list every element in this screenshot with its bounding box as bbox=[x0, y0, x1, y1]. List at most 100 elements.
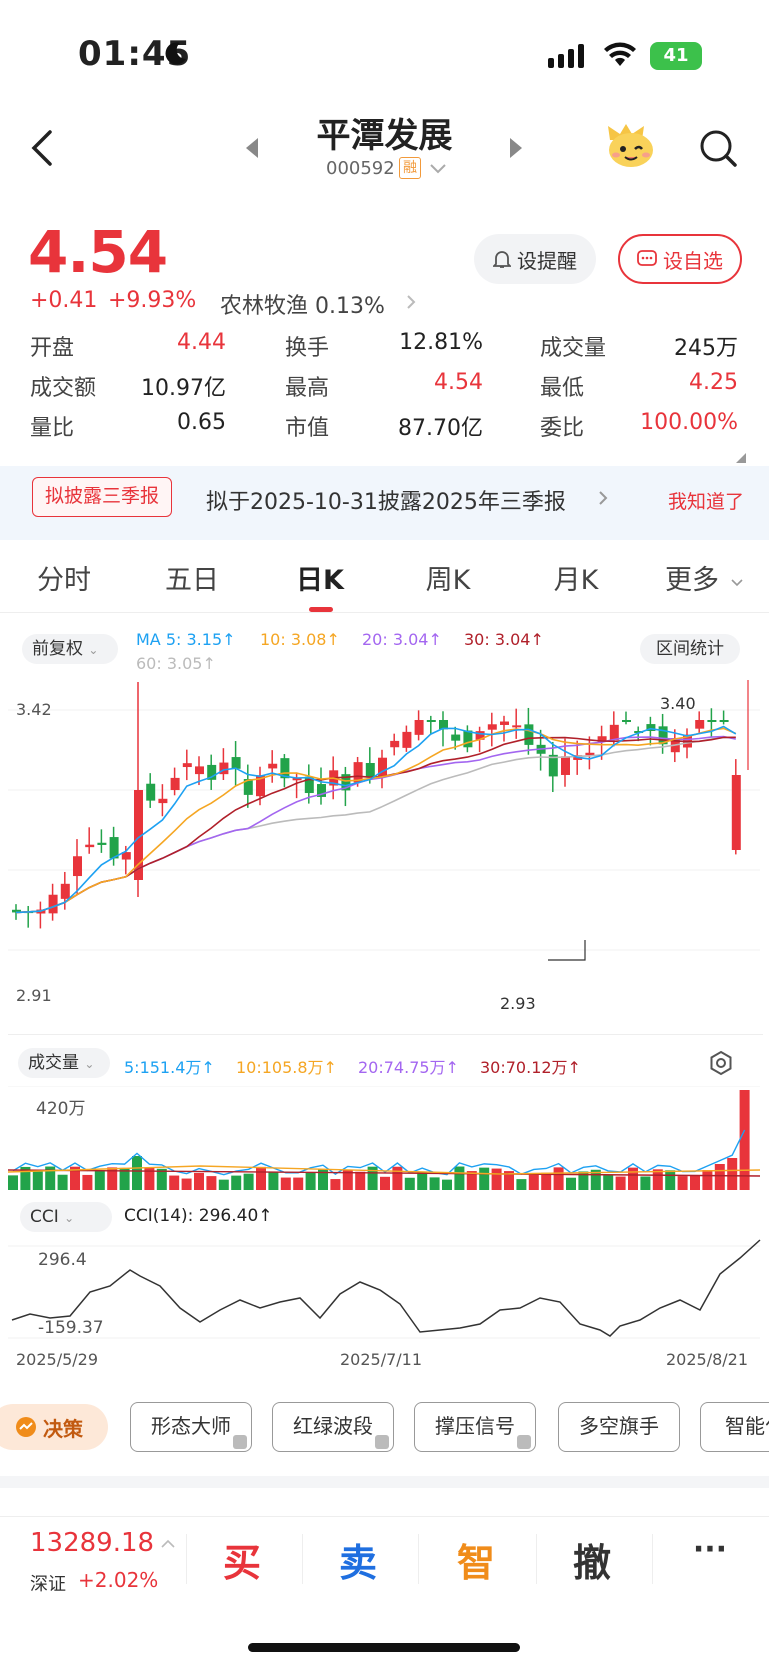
chevron-right-icon[interactable] bbox=[598, 490, 608, 510]
divider bbox=[652, 1534, 653, 1584]
candle-body bbox=[426, 720, 436, 722]
quote-value: 87.70亿 bbox=[398, 416, 483, 441]
candlestick-chart[interactable] bbox=[0, 680, 769, 1020]
add-watchlist-button[interactable]: 设自选 bbox=[618, 234, 742, 284]
next-stock-icon[interactable] bbox=[508, 136, 524, 164]
candle-body bbox=[524, 724, 534, 745]
chevron-right-icon[interactable] bbox=[406, 294, 416, 314]
volume-bar bbox=[714, 1164, 725, 1190]
candle-body bbox=[195, 766, 204, 775]
index-value[interactable]: 13289.18 bbox=[30, 1528, 154, 1558]
volume-bar bbox=[82, 1174, 93, 1190]
quote-label: 最低 bbox=[540, 376, 585, 401]
decision-pill[interactable]: 决策 bbox=[0, 1404, 108, 1450]
tool-button[interactable]: 红绿波段 bbox=[272, 1402, 394, 1452]
high-marker bbox=[747, 680, 749, 770]
interval-stats-button[interactable]: 区间统计 bbox=[640, 634, 740, 664]
cci-chart[interactable] bbox=[0, 1238, 769, 1346]
cancel-order-button[interactable]: 撤 bbox=[552, 1532, 632, 1587]
notice-text[interactable]: 拟于2025-10-31披露2025年三季报 bbox=[206, 484, 566, 516]
cci-axis-bottom: -159.37 bbox=[38, 1318, 104, 1338]
adjust-label: 前复权 bbox=[32, 639, 83, 659]
volume-bar bbox=[206, 1176, 217, 1190]
candle-body bbox=[622, 720, 631, 722]
tool-label: 多空旗手 bbox=[579, 1414, 659, 1438]
volume-bar bbox=[442, 1179, 452, 1190]
chevron-down-icon[interactable] bbox=[429, 160, 447, 179]
volume-axis-max: 420万 bbox=[36, 1099, 86, 1119]
tool-button[interactable]: 多空旗手 bbox=[558, 1402, 680, 1452]
tab-0[interactable]: 分时 bbox=[14, 558, 114, 597]
candle-body bbox=[73, 856, 82, 877]
chevron-up-icon bbox=[160, 1534, 176, 1553]
quote-label: 市值 bbox=[285, 416, 330, 441]
price-axis-top: 3.42 bbox=[16, 700, 52, 719]
set-alert-label: 设提醒 bbox=[517, 248, 577, 273]
smart-button[interactable]: 智 bbox=[436, 1532, 516, 1587]
tab-2[interactable]: 日K bbox=[270, 558, 370, 597]
tool-button[interactable]: 形态大师 bbox=[130, 1402, 252, 1452]
quote-value: 100.00% bbox=[640, 410, 738, 435]
mascot-icon[interactable] bbox=[604, 120, 658, 174]
price-change-pct: +9.93% bbox=[108, 288, 197, 313]
divider bbox=[0, 1516, 769, 1517]
volume-bar bbox=[690, 1176, 700, 1190]
set-alert-button[interactable]: 设提醒 bbox=[474, 234, 596, 284]
quote-label: 换手 bbox=[285, 336, 330, 361]
candle-body bbox=[719, 720, 729, 722]
tab-3[interactable]: 周K bbox=[398, 558, 498, 597]
candle-body bbox=[512, 725, 522, 728]
volume-bar bbox=[665, 1170, 676, 1190]
tab-4[interactable]: 月K bbox=[526, 558, 626, 597]
settings-icon[interactable] bbox=[708, 1050, 734, 1080]
volume-bar bbox=[702, 1170, 713, 1190]
expand-corner-icon[interactable] bbox=[736, 448, 746, 467]
volume-bar bbox=[652, 1169, 663, 1190]
tab-1[interactable]: 五日 bbox=[142, 558, 242, 597]
tab-5[interactable]: 更多 bbox=[642, 558, 742, 597]
volume-bar bbox=[566, 1177, 576, 1190]
chat-icon bbox=[637, 250, 657, 266]
candle-body bbox=[695, 720, 705, 729]
tool-button[interactable]: 撑压信号 bbox=[414, 1402, 536, 1452]
adjust-select[interactable]: 前复权 ⌄ bbox=[22, 634, 118, 664]
more-button[interactable]: ··· bbox=[670, 1532, 750, 1567]
volume-bar bbox=[615, 1176, 626, 1190]
volume-bar bbox=[8, 1175, 18, 1190]
stock-code: 000592 bbox=[326, 158, 395, 179]
lock-icon bbox=[233, 1435, 247, 1449]
wifi-icon bbox=[603, 42, 637, 72]
quote-value: 4.44 bbox=[177, 330, 226, 355]
dismiss-notice-button[interactable]: 我知道了 bbox=[668, 487, 744, 514]
volume-bar bbox=[392, 1166, 403, 1190]
chevron-down-icon: ⌄ bbox=[64, 1211, 75, 1225]
volume-chart[interactable] bbox=[0, 1086, 769, 1190]
margin-badge: 融 bbox=[399, 157, 421, 179]
volume-bar bbox=[169, 1175, 180, 1190]
price-axis-bottom: 2.91 bbox=[16, 986, 52, 1005]
volume-bar bbox=[380, 1176, 390, 1190]
volume-ma-item: 30:70.12万↑ bbox=[480, 1058, 581, 1077]
battery-icon: 41 bbox=[650, 42, 702, 70]
volume-bar bbox=[330, 1179, 341, 1190]
bell-icon bbox=[493, 251, 511, 268]
date-mid: 2025/7/11 bbox=[340, 1350, 423, 1369]
moon-icon bbox=[162, 40, 188, 66]
ma-legend-item: 20: 3.04↑ bbox=[362, 630, 442, 649]
ma-line bbox=[15, 736, 736, 914]
volume-bar bbox=[57, 1174, 68, 1190]
volume-ma-item: 20:74.75万↑ bbox=[358, 1058, 459, 1077]
volume-bar bbox=[404, 1177, 415, 1190]
candle-body bbox=[414, 720, 424, 735]
sell-button[interactable]: 卖 bbox=[318, 1532, 398, 1587]
low-price-label: 2.93 bbox=[500, 994, 536, 1013]
tool-label: 红绿波段 bbox=[293, 1414, 373, 1438]
candle-body bbox=[451, 734, 461, 741]
sector-link[interactable]: 农林牧渔 0.13% bbox=[220, 288, 385, 320]
search-icon[interactable] bbox=[698, 128, 738, 172]
tool-button[interactable]: 智能化 bbox=[700, 1402, 769, 1452]
volume-select[interactable]: 成交量 ⌄ bbox=[18, 1048, 110, 1078]
quote-label: 委比 bbox=[540, 416, 585, 441]
cci-select[interactable]: CCI ⌄ bbox=[20, 1202, 112, 1232]
buy-button[interactable]: 买 bbox=[202, 1532, 282, 1587]
